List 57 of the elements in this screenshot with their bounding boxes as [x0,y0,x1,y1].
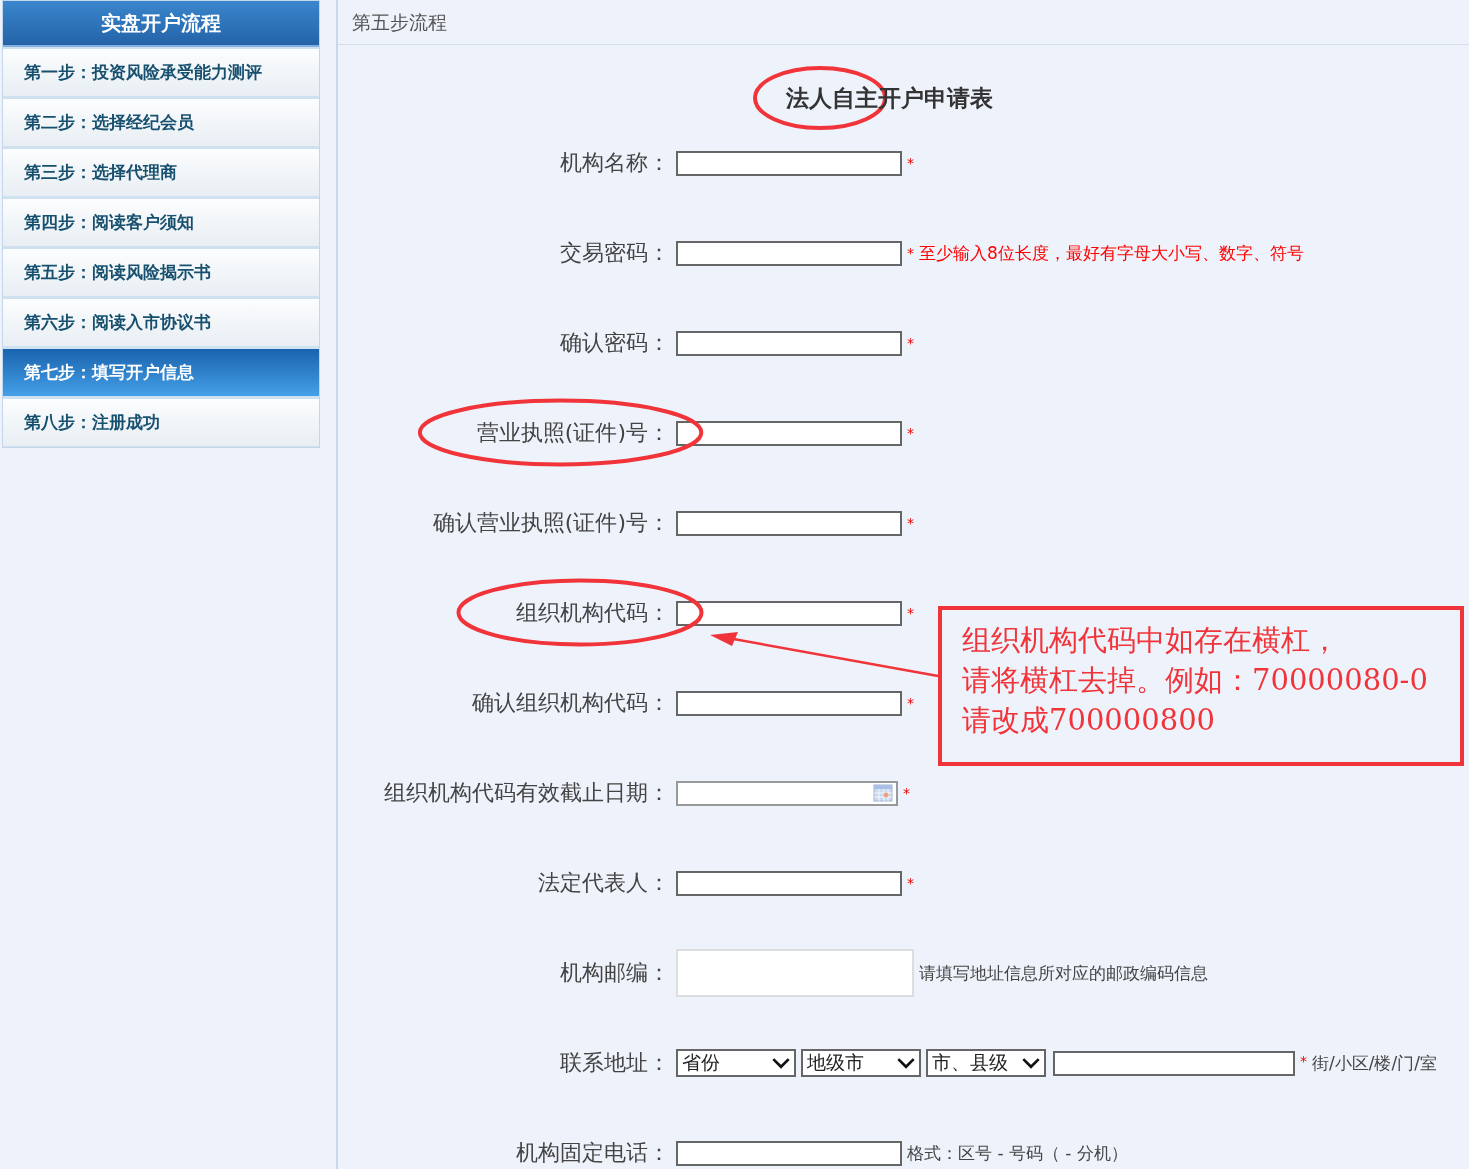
callout-text: 请改成700000800 [962,702,1216,739]
required-mark: * [903,784,910,801]
required-mark: * [907,334,914,351]
sidebar-item[interactable]: 第二步：选择经纪会员 [3,97,319,147]
required-mark: * [907,424,914,441]
text-field[interactable] [676,420,902,446]
calendar-icon [873,784,893,802]
field-label: 交易密码： [560,240,670,265]
required-mark: * [907,154,914,171]
field-label: 确认组织机构代码： [472,690,670,715]
callout-text: 组织机构代码中如存在横杠， [962,622,1339,659]
chevron-down-icon [1022,1057,1040,1069]
dropdown[interactable]: 省份 [676,1049,796,1077]
required-mark: * [907,514,914,531]
field-hint: 至少输入8位长度，最好有字母大小写、数字、符号 [919,241,1304,265]
sidebar-item[interactable]: 第五步：阅读风险揭示书 [3,247,319,297]
text-field[interactable] [1053,1050,1295,1076]
field-label: 组织机构代码有效截止日期： [384,780,670,805]
sidebar-item[interactable]: 第一步：投资风险承受能力测评 [3,47,319,97]
required-mark: * [907,244,914,261]
sidebar-item[interactable]: 第七步：填写开户信息 [3,347,319,397]
text-field[interactable] [676,240,902,266]
field-label: 联系地址： [560,1050,670,1075]
text-field[interactable] [676,600,902,626]
callout-text: 请将横杠去掉。例如：70000080-0 [962,662,1428,699]
date-field[interactable] [676,780,898,806]
required-mark: * [1300,1053,1307,1069]
chevron-down-icon [897,1057,915,1069]
required-mark: * [907,604,914,621]
sidebar-item[interactable]: 第三步：选择代理商 [3,147,319,197]
field-label: 组织机构代码： [516,600,670,625]
text-field[interactable] [676,150,902,176]
sidebar-title: 实盘开户流程 [3,1,319,47]
text-field[interactable] [676,330,902,356]
field-label: 机构邮编： [560,960,670,985]
text-field[interactable] [676,1140,902,1166]
field-label: 法定代表人： [538,870,670,895]
field-label: 营业执照(证件)号： [476,420,670,445]
sidebar-item[interactable]: 第四步：阅读客户须知 [3,197,319,247]
required-mark: * [907,874,914,891]
dropdown[interactable]: 市、县级 [926,1049,1046,1077]
field-hint: 格式：区号 - 号码（ - 分机） [907,1141,1128,1165]
section-header: 第五步流程 [338,0,1469,45]
required-mark: * [907,694,914,711]
field-label: 机构固定电话： [516,1140,670,1165]
field-label: 确认营业执照(证件)号： [432,510,670,535]
text-field[interactable] [676,690,902,716]
text-field[interactable] [676,870,902,896]
sidebar-item[interactable]: 第六步：阅读入市协议书 [3,297,319,347]
dropdown[interactable]: 地级市 [801,1049,921,1077]
text-field[interactable] [676,510,902,536]
sidebar-item[interactable]: 第八步：注册成功 [3,397,319,447]
field-hint: 请填写地址信息所对应的邮政编码信息 [919,961,1208,985]
chevron-down-icon [772,1057,790,1069]
field-label: 确认密码： [560,330,670,355]
field-hint: 街/小区/楼/门/室 [1312,1051,1437,1075]
field-label: 机构名称： [560,150,670,175]
